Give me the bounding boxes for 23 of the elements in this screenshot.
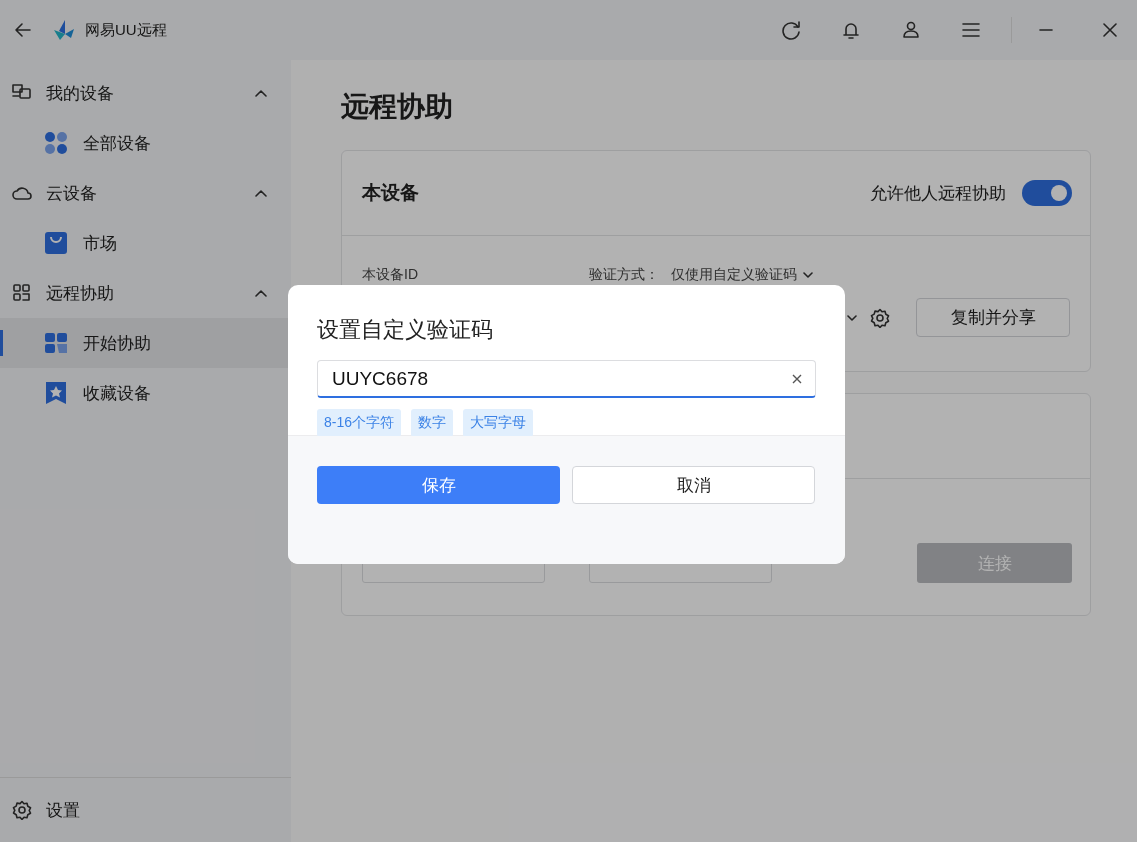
code-input-field[interactable]: UUYC6678 [317, 360, 816, 398]
dialog-title: 设置自定义验证码 [317, 316, 494, 344]
sidebar-item[interactable]: 开始协助 [0, 318, 291, 368]
sidebar-group[interactable]: 我的设备 [0, 68, 291, 118]
save-button[interactable]: 保存 [317, 466, 560, 504]
toggle-label: 允许他人远程协助 [870, 182, 1006, 205]
field-label: 本设备ID [362, 266, 419, 284]
card-title: 本设备 [362, 181, 419, 205]
rule-tag: 数字 [411, 409, 454, 437]
sidebar-group[interactable]: 远程协助 [0, 268, 291, 318]
cancel-button[interactable]: 取消 [572, 466, 815, 504]
share-button[interactable]: 复制并分享 [916, 298, 1070, 337]
sidebar-group[interactable]: 云设备 [0, 168, 291, 218]
sidebar-item[interactable]: 全部设备 [0, 118, 291, 168]
settings-item[interactable]: 设置 [0, 777, 291, 842]
field-label: 验证方式： [589, 266, 659, 284]
rule-tag: 8-16个字符 [317, 409, 402, 437]
verify-dropdown[interactable]: 仅使用自定义验证码 [671, 266, 813, 284]
app-name: 网易UU远程 [85, 20, 167, 40]
sidebar-item[interactable]: 市场 [0, 218, 291, 268]
page-title: 远程协助 [341, 90, 454, 124]
rule-tag: 大写字母 [463, 409, 534, 437]
sidebar-item[interactable]: 收藏设备 [0, 368, 291, 418]
